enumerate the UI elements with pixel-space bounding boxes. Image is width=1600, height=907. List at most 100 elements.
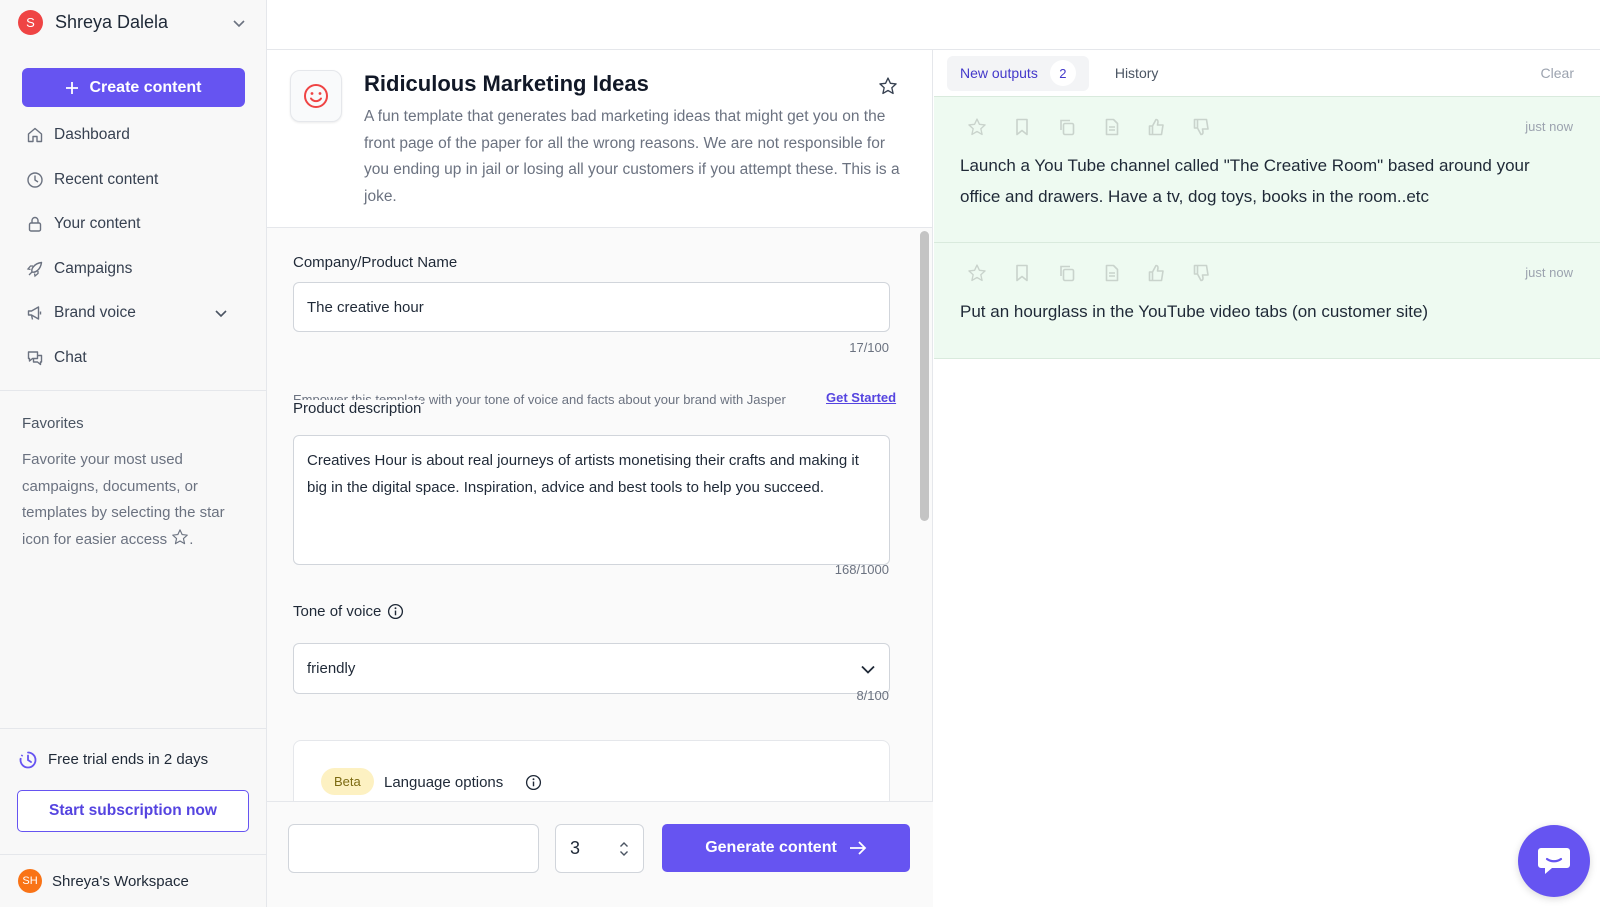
trial-clock-icon	[18, 750, 38, 770]
beta-badge: Beta	[321, 768, 374, 795]
user-menu[interactable]: S Shreya Dalela	[0, 0, 266, 45]
output-timestamp: just now	[1525, 265, 1573, 280]
document-icon[interactable]	[1102, 263, 1122, 283]
user-name: Shreya Dalela	[55, 12, 169, 32]
tone-of-voice-label: Tone of voice	[293, 603, 382, 620]
sidebar-item-chat[interactable]: Chat	[0, 336, 266, 381]
arrow-right-icon	[849, 840, 867, 856]
bookmark-icon[interactable]	[1012, 263, 1032, 283]
info-icon[interactable]	[387, 603, 404, 620]
user-avatar: S	[18, 10, 43, 35]
outputs-panel: New outputs 2 History Clear just now Lau…	[934, 50, 1600, 907]
sidebar-item-label: Dashboard	[54, 126, 130, 144]
bookmark-icon[interactable]	[1012, 117, 1032, 137]
output-text[interactable]: Put an hourglass in the YouTube video ta…	[960, 296, 1560, 327]
output-timestamp: just now	[1525, 119, 1573, 134]
output-text[interactable]: Launch a You Tube channel called "The Cr…	[960, 150, 1560, 212]
clock-icon	[26, 171, 54, 189]
chevron-down-icon	[860, 661, 876, 677]
chat-launcher-button[interactable]	[1518, 825, 1590, 897]
form-scrollbar[interactable]	[920, 231, 929, 521]
sidebar-item-label: Chat	[54, 348, 87, 366]
sidebar-nav: Dashboard Recent content Your content Ca…	[0, 113, 266, 380]
sidebar-item-campaigns[interactable]: Campaigns	[0, 247, 266, 292]
favorites-help-end: .	[189, 530, 194, 548]
sidebar-item-label: Campaigns	[54, 259, 133, 277]
workspace-name: Shreya's Workspace	[52, 872, 189, 890]
sidebar-item-label: Brand voice	[54, 304, 136, 322]
generate-content-label: Generate content	[705, 839, 837, 856]
document-icon[interactable]	[1102, 117, 1122, 137]
output-actions	[967, 263, 1212, 283]
sidebar-item-dashboard[interactable]: Dashboard	[0, 113, 266, 158]
favorites-help-text: Favorite your most used campaigns, docum…	[22, 451, 225, 548]
thumbs-up-icon[interactable]	[1147, 117, 1167, 137]
sidebar-item-your-content[interactable]: Your content	[0, 202, 266, 247]
info-icon[interactable]	[525, 774, 542, 791]
template-description: A fun template that generates bad market…	[364, 108, 900, 205]
thumbs-down-icon[interactable]	[1192, 263, 1212, 283]
clear-button[interactable]: Clear	[1541, 65, 1574, 81]
output-language-input[interactable]	[288, 824, 539, 873]
stepper-arrows-icon[interactable]	[619, 840, 629, 858]
product-description-label: Product description	[293, 400, 422, 417]
plus-icon	[65, 81, 79, 95]
tone-of-voice-select[interactable]: friendly	[293, 643, 890, 694]
output-actions	[967, 117, 1212, 137]
create-content-button[interactable]: Create content	[22, 68, 245, 107]
sidebar-item-label: Recent content	[54, 170, 159, 188]
company-name-counter: 17/100	[849, 340, 889, 355]
workspace-switcher[interactable]: SH Shreya's Workspace	[0, 854, 266, 907]
chat-icon	[26, 349, 54, 367]
lock-icon	[26, 215, 54, 233]
sidebar-item-label: Your content	[54, 215, 141, 233]
trial-text: Free trial ends in 2 days	[48, 751, 209, 768]
company-name-input[interactable]: The creative hour	[293, 282, 890, 332]
trial-notice: Free trial ends in 2 days	[0, 728, 266, 790]
megaphone-icon	[26, 304, 54, 322]
sidebar: S Shreya Dalela Create content Dashboard…	[0, 0, 267, 907]
copy-icon[interactable]	[1057, 117, 1077, 137]
action-bar: 3 Generate content	[267, 801, 933, 907]
chevron-down-icon	[232, 16, 246, 30]
thumbs-up-icon[interactable]	[1147, 263, 1167, 283]
sidebar-item-recent-content[interactable]: Recent content	[0, 158, 266, 203]
output-count-stepper[interactable]: 3	[555, 824, 644, 873]
star-icon[interactable]	[967, 263, 987, 283]
thumbs-down-icon[interactable]	[1192, 117, 1212, 137]
output-card: just now Launch a You Tube channel calle…	[934, 96, 1600, 243]
tab-history[interactable]: History	[1115, 65, 1159, 81]
new-outputs-count-badge: 2	[1049, 60, 1076, 86]
home-icon	[26, 126, 54, 144]
rocket-icon	[26, 260, 54, 278]
star-icon[interactable]	[967, 117, 987, 137]
tone-of-voice-value: friendly	[307, 660, 356, 677]
favorites-help: Favorite your most used campaigns, docum…	[0, 432, 266, 553]
template-title: Ridiculous Marketing Ideas	[364, 71, 649, 96]
chat-bubble-icon	[1537, 846, 1571, 876]
template-header: Ridiculous Marketing Ideas A fun templat…	[267, 50, 932, 228]
product-description-textarea[interactable]: Creatives Hour is about real journeys of…	[293, 435, 890, 565]
trial-area: Free trial ends in 2 days Start subscrip…	[0, 728, 266, 907]
generate-content-button[interactable]: Generate content	[662, 824, 910, 872]
favorite-star-icon[interactable]	[878, 76, 898, 96]
favorites-title: Favorites	[22, 415, 84, 432]
sidebar-item-brand-voice[interactable]: Brand voice	[0, 291, 266, 336]
star-icon	[171, 528, 189, 546]
create-content-label: Create content	[89, 78, 202, 96]
outputs-tabs: New outputs 2 History Clear	[934, 50, 1600, 96]
company-name-label: Company/Product Name	[293, 254, 458, 271]
start-subscription-button[interactable]: Start subscription now	[17, 790, 249, 832]
copy-icon[interactable]	[1057, 263, 1077, 283]
product-description-counter: 168/1000	[834, 562, 889, 577]
workspace-avatar: SH	[18, 869, 42, 893]
language-options-label: Language options	[384, 774, 504, 791]
output-count-value: 3	[570, 838, 581, 858]
smiley-icon	[290, 70, 342, 122]
tab-new-outputs[interactable]: New outputs 2	[947, 55, 1089, 91]
get-started-link[interactable]: Get Started	[826, 390, 896, 405]
tab-new-outputs-label: New outputs	[960, 65, 1038, 81]
tone-of-voice-counter: 8/100	[856, 688, 889, 703]
chevron-down-icon	[214, 306, 238, 320]
top-bar	[267, 0, 1600, 50]
